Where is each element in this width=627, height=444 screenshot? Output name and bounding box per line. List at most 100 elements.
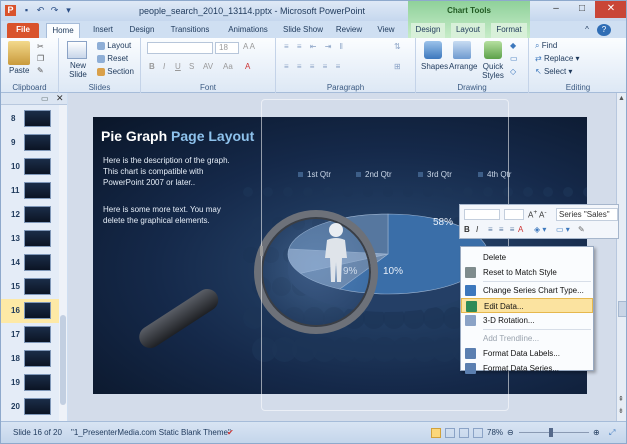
quick-styles-icon[interactable]	[484, 41, 502, 59]
menu-item-delete[interactable]: Delete	[461, 250, 593, 265]
resize-handle[interactable]	[260, 246, 263, 256]
tab-chart-format[interactable]: Format	[491, 23, 527, 38]
alignment-buttons[interactable]: ≡ ≡ ≡ ≡ ≡	[284, 62, 343, 71]
select-button[interactable]: ↖ Select ▾	[535, 67, 572, 76]
tab-home[interactable]: Home	[46, 23, 80, 38]
strikethrough-button[interactable]: S	[189, 62, 194, 71]
minimize-button[interactable]: –	[543, 1, 569, 18]
mini-font-color-icon[interactable]: A	[518, 225, 523, 234]
paste-button[interactable]: Paste	[9, 66, 29, 75]
shape-effects-icon[interactable]: ◇	[510, 67, 516, 76]
shapes-icon[interactable]	[424, 41, 442, 59]
tab-animations[interactable]: Animations	[222, 23, 274, 38]
zoom-level[interactable]: 78%	[487, 428, 503, 437]
mini-italic-button[interactable]: I	[476, 225, 478, 234]
mini-font-box[interactable]	[464, 209, 500, 220]
previous-slide-icon[interactable]: ⇞	[618, 395, 624, 403]
slide-thumbnail[interactable]: 10	[1, 155, 63, 179]
mini-size-box[interactable]	[504, 209, 524, 220]
close-pane-icon[interactable]: ✕	[56, 93, 64, 104]
arrange-button[interactable]: Arrange	[449, 62, 477, 71]
menu-item-edit-data[interactable]: Edit Data...	[461, 298, 593, 313]
theme-name[interactable]: "1_PresenterMedia.com Static Blank Theme…	[71, 428, 231, 437]
slide-title[interactable]: Pie Graph Page Layout	[101, 128, 254, 144]
menu-item-3d-rotation[interactable]: 3-D Rotation...	[461, 313, 593, 328]
font-color-button[interactable]: A	[245, 62, 250, 71]
change-case-button[interactable]: Aa	[223, 62, 233, 71]
list-buttons[interactable]: ≡ ≡ ⇤ ⇥ ‖	[284, 42, 346, 51]
slide-thumbnail[interactable]: 13	[1, 227, 63, 251]
slide-thumbnail[interactable]: 14	[1, 251, 63, 275]
thumbnail-scrollbar[interactable]	[59, 105, 67, 421]
slide-thumbnail[interactable]: 16	[1, 299, 63, 323]
powerpoint-app-icon[interactable]: P	[5, 5, 16, 16]
vertical-scroll-thumb[interactable]	[618, 301, 626, 317]
minimize-ribbon-icon[interactable]: ^	[581, 23, 593, 38]
zoom-slider-thumb[interactable]	[549, 428, 553, 437]
slide-description[interactable]: Here is the description of the graph. Th…	[103, 155, 238, 188]
find-button[interactable]: ⌕ Find	[535, 41, 557, 51]
slide-thumbnail[interactable]: 8	[1, 107, 63, 131]
mini-grow-font-icon[interactable]: A+ A-	[528, 209, 547, 220]
menu-item-format-data-series[interactable]: Format Data Series...	[461, 361, 593, 376]
mini-fill-icon[interactable]: ◈ ▾	[534, 225, 546, 234]
tab-chart-layout[interactable]: Layout	[451, 23, 485, 38]
quick-styles-button[interactable]: Quick Styles	[478, 62, 508, 80]
new-slide-button[interactable]: New Slide	[65, 61, 91, 79]
undo-icon[interactable]: ↶	[35, 5, 46, 16]
menu-item-format-data-labels[interactable]: Format Data Labels...	[461, 346, 593, 361]
shape-outline-icon[interactable]: ▭	[510, 54, 518, 63]
thumbnail-scroll-thumb[interactable]	[60, 315, 66, 405]
slide-show-icon[interactable]	[473, 428, 483, 438]
menu-item-add-trendline[interactable]: Add Trendline...	[461, 331, 593, 346]
bold-button[interactable]: B	[149, 62, 155, 71]
tab-insert[interactable]: Insert	[87, 23, 119, 38]
arrange-icon[interactable]	[453, 41, 471, 59]
underline-button[interactable]: U	[175, 62, 181, 71]
text-direction-icon[interactable]: ⇅	[394, 42, 401, 51]
tab-view[interactable]: View	[371, 23, 401, 38]
spellcheck-icon[interactable]: ✔	[227, 428, 234, 437]
mini-format-icon[interactable]: ✎	[578, 225, 585, 234]
series-selector[interactable]: Series "Sales"	[556, 208, 618, 221]
italic-button[interactable]: I	[163, 62, 165, 71]
normal-view-icon[interactable]	[431, 428, 441, 438]
slide-thumbnail[interactable]: 11	[1, 179, 63, 203]
copy-icon[interactable]: ❐	[37, 54, 44, 63]
new-slide-icon[interactable]	[67, 41, 87, 59]
spacing-button[interactable]: AV	[203, 62, 213, 71]
next-slide-icon[interactable]: ⇟	[618, 407, 624, 415]
slide-thumbnail[interactable]: 19	[1, 371, 63, 395]
tab-slide-show[interactable]: Slide Show	[279, 23, 327, 38]
zoom-in-icon[interactable]: ⊕	[593, 428, 600, 437]
grow-font-icon[interactable]: A A	[243, 42, 255, 51]
smartart-icon[interactable]: ⊞	[394, 62, 401, 71]
redo-icon[interactable]: ↷	[49, 5, 60, 16]
zoom-slider[interactable]	[519, 432, 589, 433]
slide-thumbnail[interactable]: 20	[1, 395, 63, 419]
slide-thumbnail[interactable]: 18	[1, 347, 63, 371]
tab-review[interactable]: Review	[332, 23, 366, 38]
shapes-button[interactable]: Shapes	[421, 62, 448, 71]
slide-thumbnail[interactable]: 17	[1, 323, 63, 347]
mini-bold-button[interactable]: B	[464, 225, 470, 234]
layout-button[interactable]: Layout	[97, 41, 131, 50]
tab-design[interactable]: Design	[125, 23, 159, 38]
vertical-scrollbar[interactable]: ▲ ⇞ ⇟	[616, 93, 626, 421]
save-icon[interactable]: ▪	[21, 5, 32, 16]
close-button[interactable]: ✕	[595, 1, 626, 18]
font-size-box[interactable]: 18	[215, 42, 239, 54]
tab-file[interactable]: File	[7, 23, 39, 38]
reading-view-icon[interactable]	[459, 428, 469, 438]
fit-to-window-icon[interactable]: ⤢	[609, 428, 615, 438]
cut-icon[interactable]: ✂	[37, 42, 44, 51]
format-painter-icon[interactable]: ✎	[37, 66, 44, 75]
menu-item-change-series-chart-type[interactable]: Change Series Chart Type...	[461, 283, 593, 298]
scroll-up-icon[interactable]: ▲	[618, 95, 625, 102]
slide-more-text[interactable]: Here is some more text. You may delete t…	[103, 204, 238, 226]
slide-thumbnail[interactable]: 9	[1, 131, 63, 155]
mini-align-buttons[interactable]: ≡ ≡ ≡	[488, 225, 516, 234]
tab-transitions[interactable]: Transitions	[164, 23, 216, 38]
reset-button[interactable]: Reset	[97, 54, 128, 63]
outline-tab-icon[interactable]: ▭	[41, 94, 49, 103]
